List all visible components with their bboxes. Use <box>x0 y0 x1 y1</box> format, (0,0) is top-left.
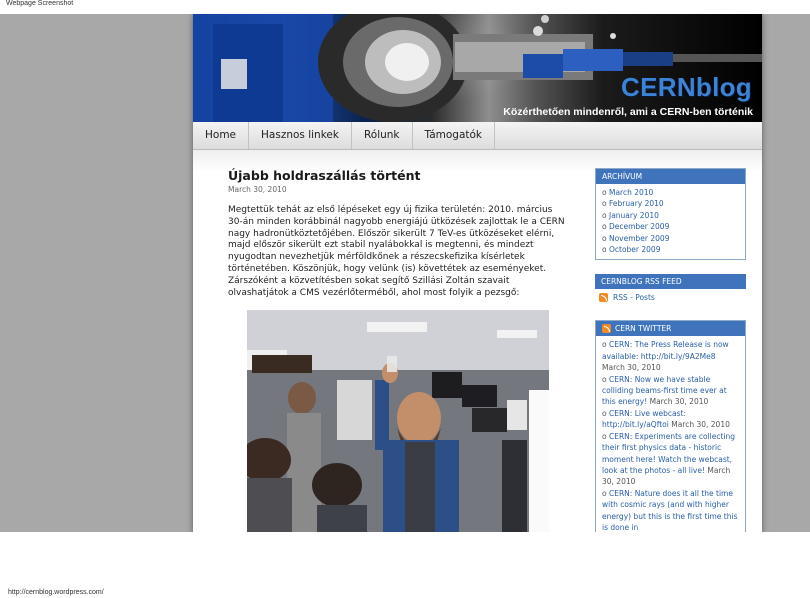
nav-home[interactable]: Home <box>193 122 250 149</box>
blog-tagline: Közérthetően mindenről, ami a CERN-ben t… <box>503 106 753 118</box>
blog-page: CERNblog Közérthetően mindenről, ami a C… <box>193 14 762 532</box>
tweet-text[interactable]: CERN: The Press Release is now available… <box>602 340 729 360</box>
post-date: March 30, 2010 <box>228 185 287 194</box>
twitter-widget-title-bar: CERN TWITTER <box>596 321 745 337</box>
page-url: http://cernblog.wordpress.com/ <box>8 589 104 596</box>
post-title[interactable]: Újabb holdraszállás történt <box>228 168 565 183</box>
tweet-date: March 30, 2010 <box>671 420 730 430</box>
twitter-widget: CERN TWITTER CERN: The Press Release is … <box>595 320 746 532</box>
main-column: Újabb holdraszállás történt March 30, 20… <box>228 168 565 532</box>
nav-useful-links[interactable]: Hasznos linkek <box>249 122 352 149</box>
rss-posts-row: RSS - Posts <box>595 289 746 306</box>
tweet-date: March 30, 2010 <box>602 363 661 373</box>
content-area: Újabb holdraszállás történt March 30, 20… <box>193 150 762 532</box>
archive-link-november-2009[interactable]: November 2009 <box>602 233 739 244</box>
archive-widget: ARCHÍVUM March 2010 February 2010 Januar… <box>595 168 746 261</box>
rss-icon[interactable] <box>599 293 608 303</box>
main-navigation: Home Hasznos linkek Rólunk Támogatók <box>193 122 762 150</box>
browser-viewport: CERNblog Közérthetően mindenről, ami a C… <box>0 14 810 532</box>
control-room-photo <box>247 310 549 532</box>
archive-widget-title: ARCHÍVUM <box>596 169 745 184</box>
rss-widget: CERNBLOG RSS FEED RSS - Posts <box>595 274 746 307</box>
rss-widget-title: CERNBLOG RSS FEED <box>595 274 746 290</box>
screenshot-caption: Webpage Screenshot <box>6 0 74 7</box>
control-room-photo-drawing <box>247 310 549 532</box>
tweet-item: CERN: Experiments are collecting their f… <box>602 431 739 488</box>
tweet-item: CERN: Nature does it all the time with c… <box>602 488 739 532</box>
nav-supporters[interactable]: Támogatók <box>413 122 495 149</box>
archive-link-february-2010[interactable]: February 2010 <box>602 198 739 209</box>
nav-about-us[interactable]: Rólunk <box>352 122 413 149</box>
archive-link-december-2009[interactable]: December 2009 <box>602 221 739 232</box>
archive-link-january-2010[interactable]: January 2010 <box>602 210 739 221</box>
archive-link-october-2009[interactable]: October 2009 <box>602 244 739 255</box>
archive-link-march-2010[interactable]: March 2010 <box>602 187 739 198</box>
blog-title[interactable]: CERNblog <box>621 72 752 103</box>
tweet-text[interactable]: CERN: Nature does it all the time with c… <box>602 489 737 532</box>
blog-header-banner: CERNblog Közérthetően mindenről, ami a C… <box>193 14 762 122</box>
rss-posts-link[interactable]: RSS - Posts <box>613 293 655 302</box>
tweet-date: March 30, 2010 <box>649 397 709 407</box>
twitter-widget-title: CERN TWITTER <box>615 324 672 334</box>
post-body: Megtettük tehát az első lépéseket egy új… <box>228 205 565 298</box>
rss-icon[interactable] <box>602 324 611 334</box>
tweet-item: CERN: Now we have stable colliding beams… <box>602 374 739 408</box>
sidebar: ARCHÍVUM March 2010 February 2010 Januar… <box>595 168 746 532</box>
tweet-item: CERN: Live webcast: http://bit.ly/aQftoi… <box>602 408 739 431</box>
tweet-item: CERN: The Press Release is now available… <box>602 339 739 373</box>
